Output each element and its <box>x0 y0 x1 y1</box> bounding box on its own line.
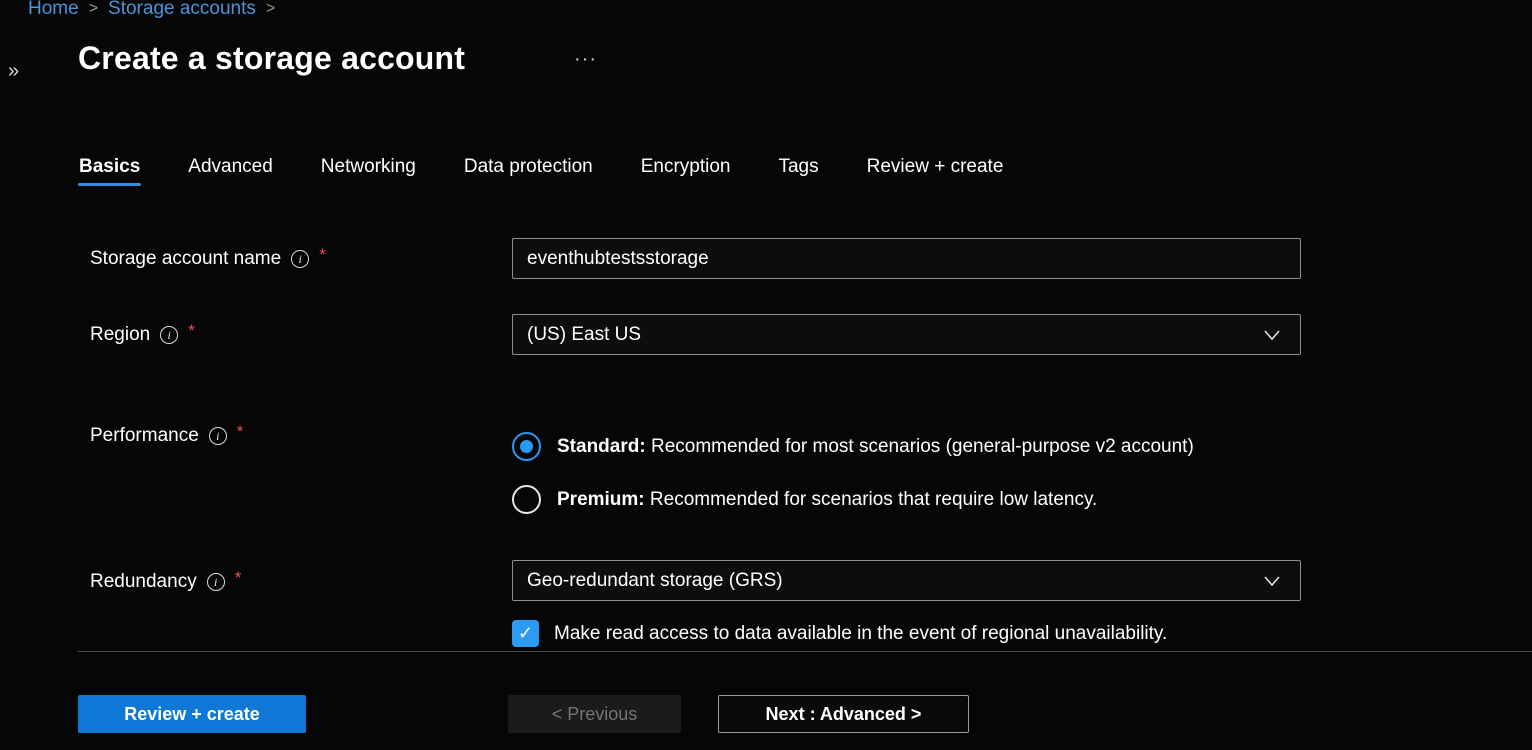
region-select[interactable]: (US) East US <box>512 314 1301 355</box>
expand-sidebar-icon[interactable]: » <box>8 60 19 83</box>
tab-basics[interactable]: Basics <box>78 152 141 192</box>
create-storage-account-page: Home > Storage accounts > » Create a sto… <box>0 0 1532 750</box>
redundancy-label-text: Redundancy <box>90 571 197 593</box>
review-create-button[interactable]: Review + create <box>78 695 306 733</box>
chevron-down-icon <box>1262 325 1282 345</box>
read-access-checkbox-label: Make read access to data available in th… <box>554 623 1167 645</box>
tab-encryption[interactable]: Encryption <box>640 152 732 192</box>
info-icon[interactable]: i <box>160 326 178 344</box>
tab-review-create[interactable]: Review + create <box>866 152 1005 192</box>
radio-selected-icon <box>512 432 541 461</box>
performance-standard-radio[interactable]: Standard: Recommended for most scenarios… <box>512 432 1301 461</box>
breadcrumb-separator-icon: > <box>266 0 275 18</box>
tab-advanced[interactable]: Advanced <box>187 152 274 192</box>
required-asterisk: * <box>188 321 195 341</box>
info-icon[interactable]: i <box>291 250 309 268</box>
tab-data-protection[interactable]: Data protection <box>463 152 594 192</box>
region-label: Region i * <box>90 324 195 346</box>
tab-tags[interactable]: Tags <box>777 152 819 192</box>
page-title: Create a storage account <box>78 40 465 77</box>
chevron-down-icon <box>1262 571 1282 591</box>
read-access-checkbox-row[interactable]: ✓ Make read access to data available in … <box>512 620 1301 647</box>
storage-account-name-label: Storage account name i * <box>90 248 326 270</box>
region-label-text: Region <box>90 324 150 346</box>
storage-account-name-label-text: Storage account name <box>90 248 281 270</box>
required-asterisk: * <box>319 245 326 265</box>
performance-label-text: Performance <box>90 425 199 447</box>
redundancy-label: Redundancy i * <box>90 571 241 593</box>
tab-networking[interactable]: Networking <box>320 152 417 192</box>
region-selected-value: (US) East US <box>527 324 641 346</box>
required-asterisk: * <box>237 422 244 442</box>
radio-unselected-icon <box>512 485 541 514</box>
previous-button[interactable]: < Previous <box>508 695 681 733</box>
required-asterisk: * <box>235 568 242 588</box>
redundancy-selected-value: Geo-redundant storage (GRS) <box>527 570 783 592</box>
footer-divider <box>78 651 1532 652</box>
performance-premium-radio[interactable]: Premium: Recommended for scenarios that … <box>512 485 1301 514</box>
storage-account-name-input[interactable] <box>512 238 1301 279</box>
redundancy-select[interactable]: Geo-redundant storage (GRS) <box>512 560 1301 601</box>
more-options-icon[interactable]: ··· <box>574 48 597 71</box>
checkbox-checked-icon[interactable]: ✓ <box>512 620 539 647</box>
performance-premium-label: Premium: Recommended for scenarios that … <box>557 489 1097 511</box>
wizard-tabs: Basics Advanced Networking Data protecti… <box>78 152 1004 192</box>
info-icon[interactable]: i <box>209 427 227 445</box>
breadcrumb-separator-icon: > <box>89 0 98 18</box>
breadcrumb-home-link[interactable]: Home <box>28 0 79 20</box>
performance-standard-label: Standard: Recommended for most scenarios… <box>557 436 1194 458</box>
next-advanced-button[interactable]: Next : Advanced > <box>718 695 969 733</box>
breadcrumb-storage-accounts-link[interactable]: Storage accounts <box>108 0 256 20</box>
info-icon[interactable]: i <box>207 573 225 591</box>
breadcrumb: Home > Storage accounts > <box>28 0 275 20</box>
performance-label: Performance i * <box>90 425 243 447</box>
